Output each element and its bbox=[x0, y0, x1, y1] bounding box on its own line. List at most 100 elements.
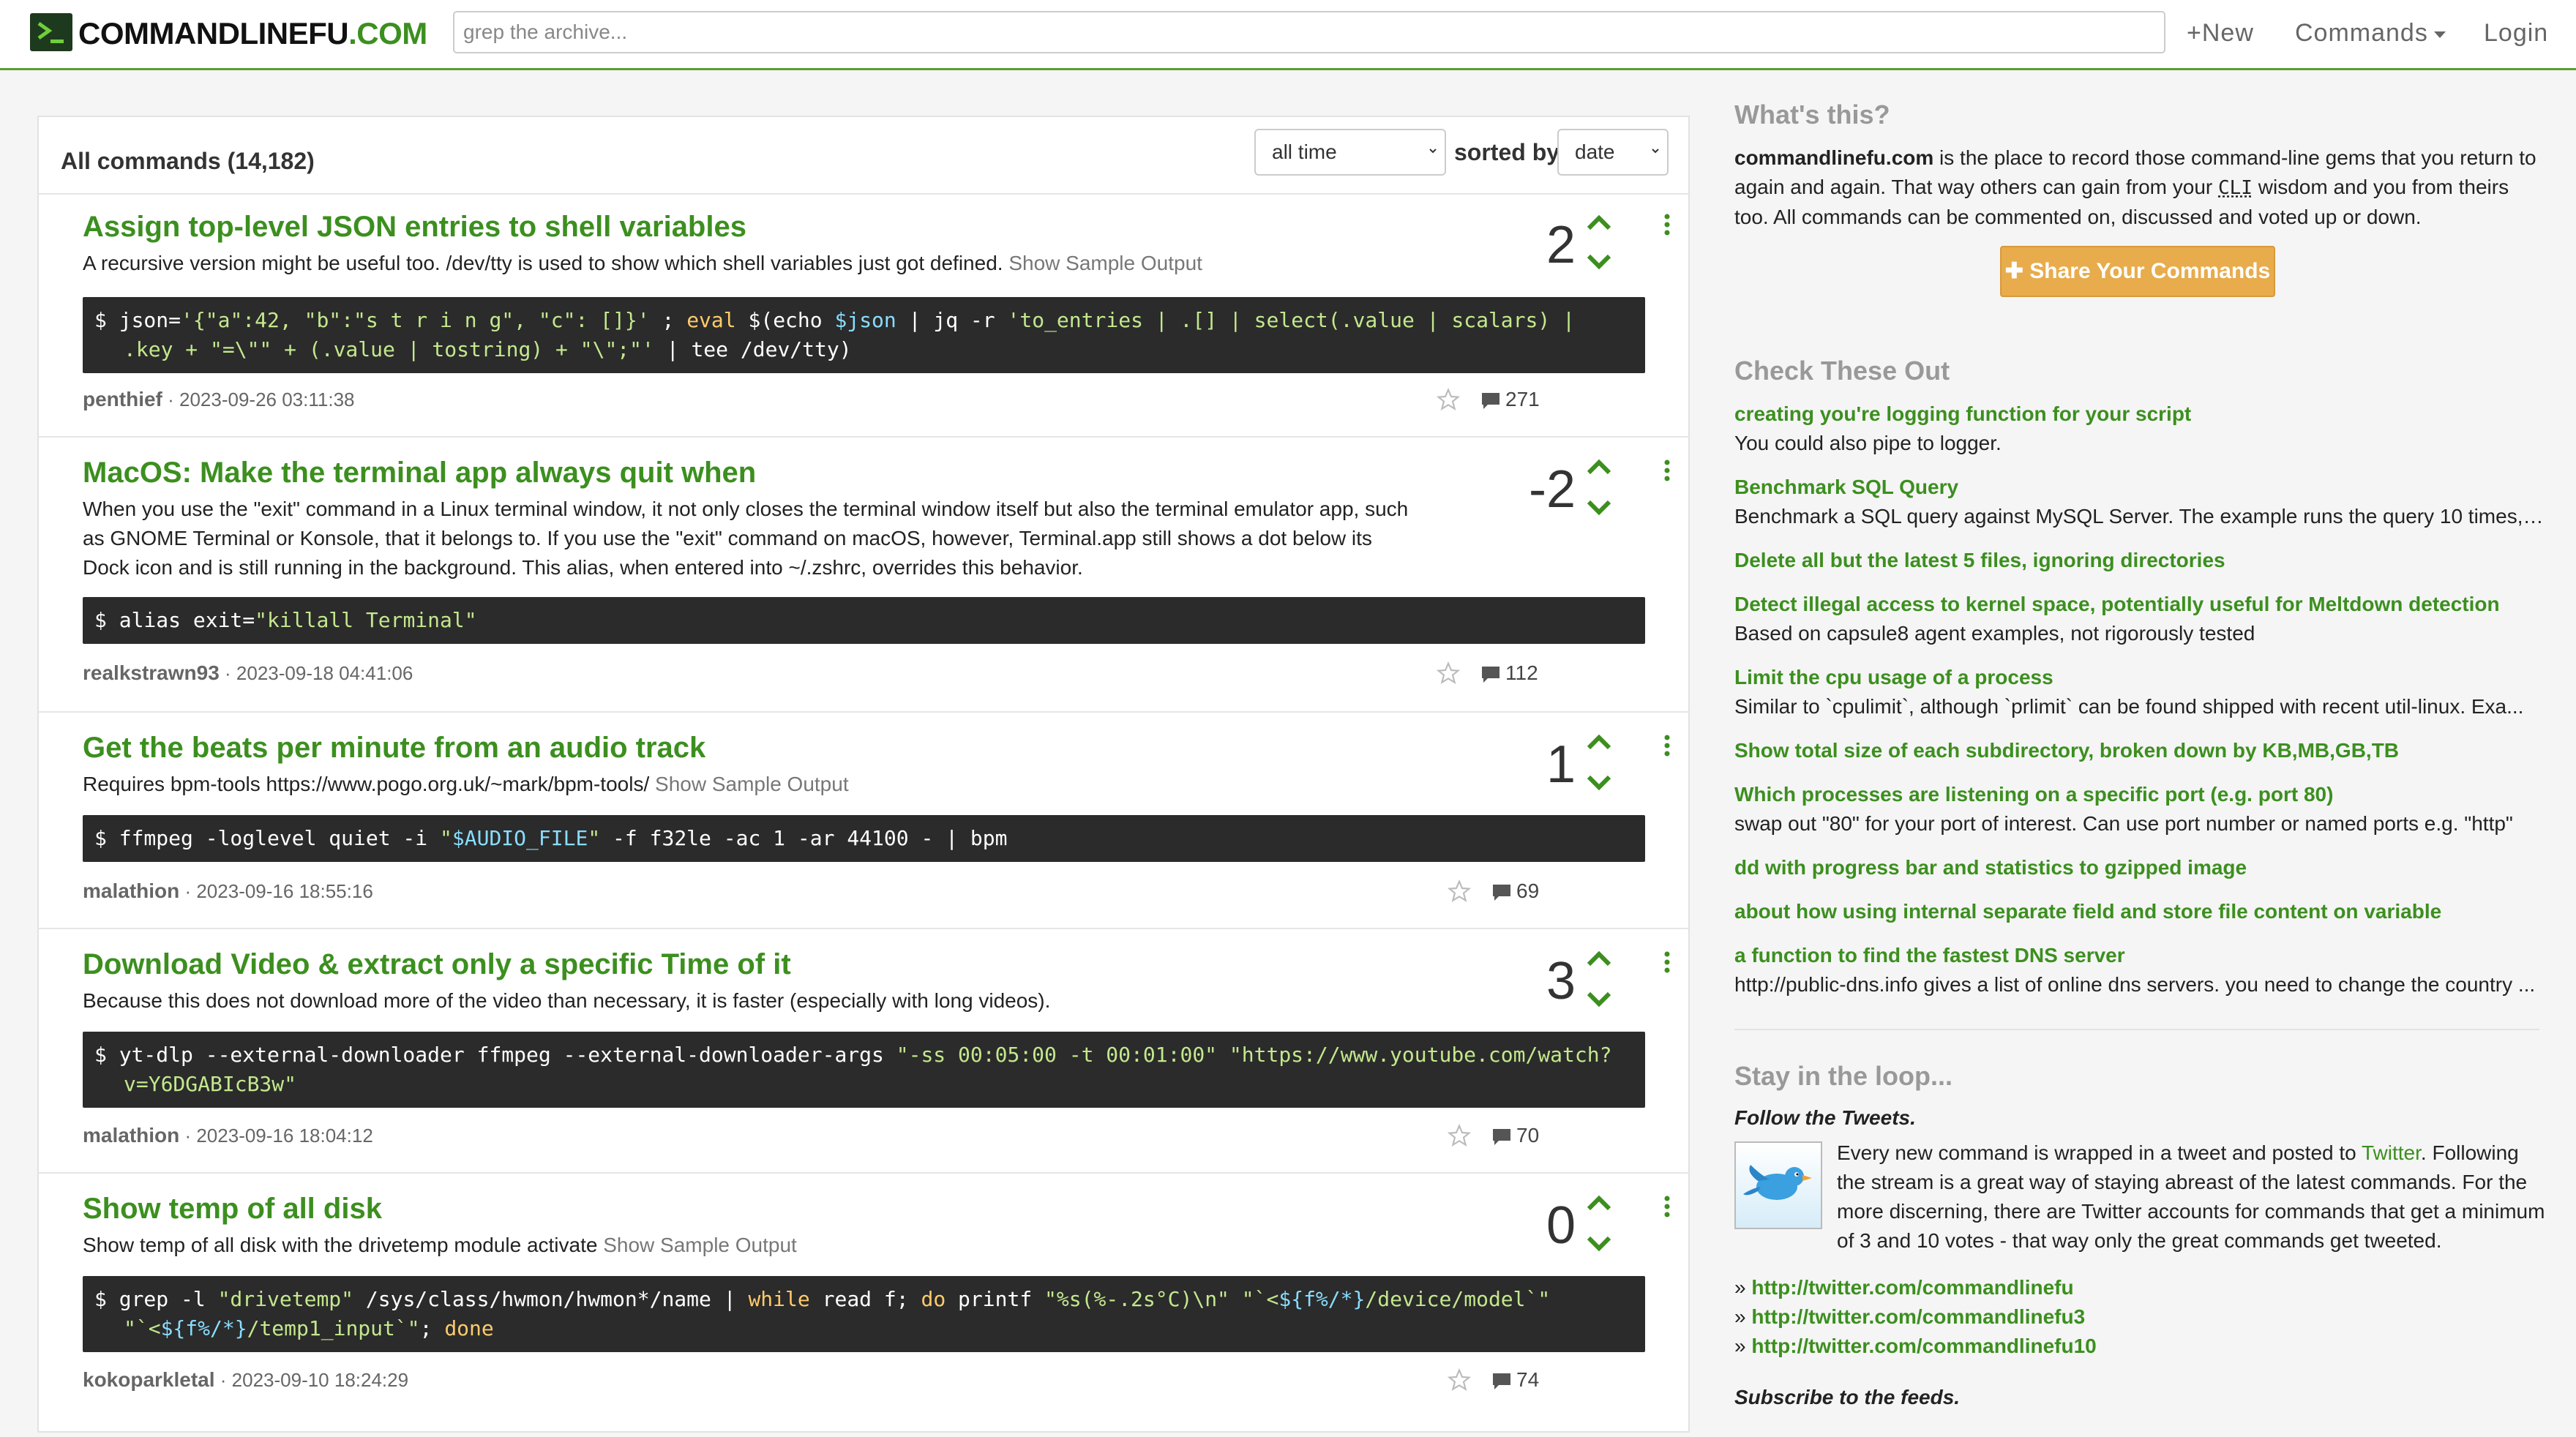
check-item-link[interactable]: creating you're logging function for you… bbox=[1734, 402, 2191, 426]
command-code-block[interactable]: $ grep -l "drivetemp" /sys/class/hwmon/h… bbox=[83, 1276, 1645, 1352]
bullet: » bbox=[1734, 1276, 1746, 1299]
author-link[interactable]: malathion bbox=[83, 1124, 179, 1147]
check-item-link[interactable]: Which processes are listening on a speci… bbox=[1734, 783, 2333, 806]
comments-link[interactable]: 69 bbox=[1491, 879, 1539, 903]
command-meta: kokoparkletal · 2023-09-10 18:24:29 bbox=[83, 1368, 408, 1392]
author-link[interactable]: penthief bbox=[83, 388, 162, 410]
command-description: Requires bpm-tools https://www.pogo.org.… bbox=[83, 770, 1415, 799]
vote-down-icon[interactable] bbox=[1586, 253, 1612, 271]
vote-count: -2 bbox=[1528, 460, 1576, 519]
whats-this-text: commandlinefu.com is the place to record… bbox=[1734, 143, 2547, 232]
check-these-out-heading: Check These Out bbox=[1734, 356, 1950, 386]
time-filter-select[interactable]: all time bbox=[1254, 129, 1446, 176]
sorted-by-label: sorted by bbox=[1454, 139, 1560, 165]
twitter-feed-link[interactable]: http://twitter.com/commandlinefu bbox=[1751, 1276, 2073, 1299]
command-title-link[interactable]: Show temp of all disk bbox=[83, 1193, 382, 1226]
twitter-feed-link[interactable]: http://twitter.com/commandlinefu10 bbox=[1751, 1335, 2096, 1357]
vote-down-icon[interactable] bbox=[1586, 1235, 1612, 1253]
comments-link[interactable]: 74 bbox=[1491, 1368, 1539, 1392]
favorite-star-icon[interactable] bbox=[1437, 661, 1460, 685]
check-item-link[interactable]: Benchmark SQL Query bbox=[1734, 476, 1958, 499]
check-item-desc: Similar to `cpulimit`, although `prlimit… bbox=[1734, 695, 2524, 718]
author-link[interactable]: kokoparkletal bbox=[83, 1368, 215, 1391]
comment-icon bbox=[1482, 392, 1499, 409]
vote-up-icon[interactable] bbox=[1586, 950, 1612, 967]
comment-icon bbox=[1482, 666, 1499, 683]
command-title-link[interactable]: Download Video & extract only a specific… bbox=[83, 948, 791, 981]
vote-up-icon[interactable] bbox=[1586, 1194, 1612, 1212]
show-sample-output-link[interactable]: Show Sample Output bbox=[655, 773, 849, 795]
post-date: · 2023-09-10 18:24:29 bbox=[220, 1369, 409, 1391]
command-title-link[interactable]: Assign top-level JSON entries to shell v… bbox=[83, 211, 746, 244]
check-item-link[interactable]: Show total size of each subdirectory, br… bbox=[1734, 739, 2399, 762]
tweets-text-part1: Every new command is wrapped in a tweet … bbox=[1837, 1141, 2362, 1164]
show-sample-output-link[interactable]: Show Sample Output bbox=[603, 1234, 797, 1256]
comment-icon bbox=[1493, 1128, 1510, 1145]
check-item-link[interactable]: dd with progress bar and statistics to g… bbox=[1734, 856, 2247, 879]
time-filter-value: all time bbox=[1272, 140, 1337, 163]
check-item-link[interactable]: Limit the cpu usage of a process bbox=[1734, 666, 2053, 689]
command-description: A recursive version might be useful too.… bbox=[83, 249, 1415, 278]
bullet: » bbox=[1734, 1305, 1746, 1328]
favorite-star-icon[interactable] bbox=[1448, 1124, 1471, 1147]
more-options-icon[interactable] bbox=[1663, 1196, 1671, 1217]
sort-select[interactable]: date bbox=[1557, 129, 1669, 176]
comments-link[interactable]: 271 bbox=[1480, 388, 1540, 411]
vote-count: 1 bbox=[1546, 735, 1576, 794]
sidebar-divider bbox=[1734, 1029, 2539, 1030]
twitter-feed-item: » http://twitter.com/commandlinefu10 bbox=[1734, 1335, 2097, 1358]
site-logo[interactable]: COMMANDLINEFU.COM bbox=[78, 16, 427, 51]
top-navbar: COMMANDLINEFU.COM +New Commands Login bbox=[0, 0, 2576, 70]
new-command-link[interactable]: +New bbox=[2187, 19, 2254, 48]
favorite-star-icon[interactable] bbox=[1437, 388, 1460, 411]
post-date: · 2023-09-26 03:11:38 bbox=[168, 389, 355, 410]
commands-dropdown-label: Commands bbox=[2295, 19, 2428, 47]
more-options-icon[interactable] bbox=[1663, 951, 1671, 973]
favorite-star-icon[interactable] bbox=[1448, 879, 1471, 903]
command-code-block[interactable]: $ json='{"a":42, "b":"s t r i n g", "c":… bbox=[83, 297, 1645, 373]
description-text: Because this does not download more of t… bbox=[83, 989, 1051, 1012]
vote-up-icon[interactable] bbox=[1586, 214, 1612, 231]
command-code-block[interactable]: $ alias exit="killall Terminal" bbox=[83, 597, 1645, 644]
search-input[interactable] bbox=[453, 11, 2165, 53]
check-item-link[interactable]: about how using internal separate field … bbox=[1734, 900, 2441, 923]
all-commands-title: All commands (14,182) bbox=[61, 148, 315, 174]
more-options-icon[interactable] bbox=[1663, 735, 1671, 757]
share-commands-label: Share Your Commands bbox=[2029, 259, 2271, 283]
chevron-down-icon bbox=[1429, 149, 1437, 154]
check-item-link[interactable]: a function to find the fastest DNS serve… bbox=[1734, 944, 2125, 967]
check-item-link[interactable]: Delete all but the latest 5 files, ignor… bbox=[1734, 549, 2225, 572]
comment-count: 112 bbox=[1505, 661, 1538, 684]
post-date: · 2023-09-18 04:41:06 bbox=[225, 662, 413, 684]
vote-down-icon[interactable] bbox=[1586, 774, 1612, 792]
login-link[interactable]: Login bbox=[2484, 19, 2548, 48]
vote-down-icon[interactable] bbox=[1586, 499, 1612, 517]
show-sample-output-link[interactable]: Show Sample Output bbox=[1008, 252, 1202, 274]
favorite-star-icon[interactable] bbox=[1448, 1368, 1471, 1392]
twitter-feed-link[interactable]: http://twitter.com/commandlinefu3 bbox=[1751, 1305, 2085, 1328]
command-title-link[interactable]: MacOS: Make the terminal app always quit… bbox=[83, 457, 756, 489]
more-options-icon[interactable] bbox=[1663, 214, 1671, 236]
command-title-link[interactable]: Get the beats per minute from an audio t… bbox=[83, 732, 705, 765]
twitter-bird-icon[interactable] bbox=[1734, 1141, 1822, 1229]
description-text: Requires bpm-tools https://www.pogo.org.… bbox=[83, 773, 650, 795]
plus-icon: ✚ bbox=[2004, 259, 2030, 283]
author-link[interactable]: malathion bbox=[83, 879, 179, 902]
more-options-icon[interactable] bbox=[1663, 459, 1671, 481]
twitter-link[interactable]: Twitter bbox=[2362, 1141, 2421, 1164]
share-commands-button[interactable]: ✚ Share Your Commands bbox=[2000, 246, 2275, 297]
vote-down-icon[interactable] bbox=[1586, 991, 1612, 1008]
check-item-link[interactable]: Detect illegal access to kernel space, p… bbox=[1734, 593, 2500, 616]
command-code-block[interactable]: $ yt-dlp --external-downloader ffmpeg --… bbox=[83, 1032, 1645, 1108]
terminal-logo-icon[interactable] bbox=[30, 13, 72, 51]
author-link[interactable]: realkstrawn93 bbox=[83, 661, 220, 684]
subscribe-feeds-label: Subscribe to the feeds. bbox=[1734, 1386, 1961, 1408]
vote-up-icon[interactable] bbox=[1586, 733, 1612, 751]
comments-link[interactable]: 70 bbox=[1491, 1124, 1539, 1147]
comments-link[interactable]: 112 bbox=[1480, 661, 1538, 685]
commands-dropdown[interactable]: Commands bbox=[2295, 19, 2446, 48]
command-code-block[interactable]: $ ffmpeg -loglevel quiet -i "$AUDIO_FILE… bbox=[83, 815, 1645, 862]
command-description: Show temp of all disk with the drivetemp… bbox=[83, 1231, 1415, 1260]
vote-up-icon[interactable] bbox=[1586, 458, 1612, 476]
stay-in-loop-heading: Stay in the loop... bbox=[1734, 1061, 1953, 1091]
